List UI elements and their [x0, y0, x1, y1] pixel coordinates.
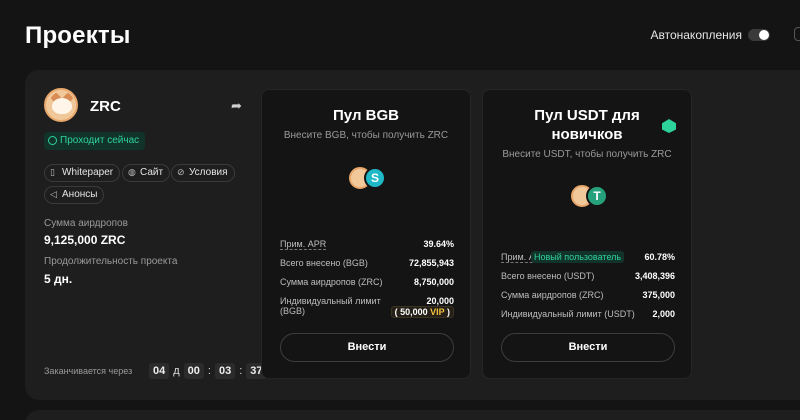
airdrop-label: Сумма аирдропов (ZRC) [280, 277, 383, 287]
link-terms[interactable]: ⊘ Условия [171, 164, 235, 182]
limit-label-line2: (BGB) [280, 306, 306, 316]
apr-label: Прим. APR [280, 239, 327, 250]
link-website[interactable]: ◍ Сайт [122, 164, 171, 182]
total-value: 72,855,943 [408, 258, 454, 268]
timer-sep: : [239, 365, 243, 377]
auto-invest-label: Автонакопления [650, 28, 742, 42]
airdrop-value: 8,750,000 [413, 277, 454, 287]
link-label: Сайт [140, 167, 164, 178]
limit-row: Индивидуальный лимит (BGB) 20,000 ( 50,0… [280, 296, 454, 322]
link-label: Условия [189, 167, 228, 178]
status-text: Проходит сейчас [60, 135, 140, 146]
total-label: Всего внесено (USDT) [501, 271, 595, 281]
pool-title-line1: Пул USDT для [534, 107, 640, 124]
page-title: Проекты [25, 22, 131, 49]
link-label: Анонсы [62, 189, 98, 200]
airdrop-label: Сумма аирдропов (ZRC) [501, 290, 604, 300]
pool-title-line2: новичков [551, 126, 623, 143]
limit-value: 2,000 [652, 309, 675, 319]
vip-limit: ( 50,000 VIP ) [390, 306, 454, 318]
auto-invest-toggle[interactable] [748, 29, 770, 41]
link-whitepaper[interactable]: ▯ Whitepaper [44, 164, 121, 182]
status-badge: Проходит сейчас [44, 132, 146, 150]
duration-value: 5 дн. [44, 272, 73, 286]
auto-invest-control: Автонакопления [650, 28, 770, 42]
vip-label: VIP [430, 307, 445, 317]
deposit-button[interactable]: Внести [501, 333, 675, 362]
partial-control[interactable] [794, 27, 800, 41]
timer-days: 04 [149, 363, 170, 379]
usdt-coin-icon: T [586, 185, 608, 207]
airdrop-total-label: Сумма аирдропов [44, 218, 128, 229]
limit-label-line1: Индивидуальный лимит [280, 296, 381, 306]
link-announcements[interactable]: ◁ Анонсы [44, 186, 105, 204]
clock-icon [48, 136, 57, 145]
new-user-badge: Новый пользователь [531, 251, 625, 263]
pool-title: Пул BGB [333, 107, 399, 124]
vip-limit-value: ( 50,000 [394, 307, 428, 317]
ends-in-label: Заканчивается через [44, 366, 133, 376]
duration-label: Продолжительность проекта [44, 256, 178, 267]
apr-value: 39.64% [423, 239, 454, 249]
zrc-logo [44, 88, 78, 122]
total-value: 3,408,396 [634, 271, 675, 281]
deposit-button[interactable]: Внести [280, 333, 454, 362]
next-project-panel [25, 410, 800, 420]
link-icon: ⊘ [177, 167, 185, 177]
coin-pair-icon: T [569, 182, 613, 210]
share-icon[interactable]: ➦ [231, 99, 245, 113]
total-label: Всего внесено (BGB) [280, 258, 368, 268]
timer-days-unit: д [173, 365, 180, 377]
globe-icon: ◍ [128, 167, 136, 177]
coin-pair-icon: S [347, 164, 391, 192]
pool-subtitle: Внесите USDT, чтобы получить ZRC [502, 149, 672, 160]
airdrop-total-value: 9,125,000 ZRC [44, 233, 126, 247]
timer-minutes: 03 [214, 363, 236, 379]
timer-sep: : [207, 365, 211, 377]
project-name: ZRC [90, 98, 121, 115]
limit-label: Индивидуальный лимит (BGB) [280, 296, 381, 316]
megaphone-icon: ◁ [50, 189, 57, 199]
document-icon: ▯ [50, 167, 55, 177]
countdown-timer: 04 д 00 : 03 : 37 [149, 362, 267, 380]
limit-value: 20,000 [426, 296, 454, 306]
airdrop-value: 375,000 [642, 290, 675, 300]
bgb-coin-icon: S [364, 167, 386, 189]
apr-value: 60.78% [644, 252, 675, 262]
link-label: Whitepaper [62, 167, 114, 178]
vip-close: ) [447, 307, 450, 317]
timer-hours: 00 [183, 363, 204, 379]
pool-card-usdt: Пул USDT для новичков Внесите USDT, чтоб… [482, 89, 692, 379]
pool-card-bgb: Пул BGB Внесите BGB, чтобы получить ZRC … [261, 89, 471, 379]
limit-label: Индивидуальный лимит (USDT) [501, 309, 635, 319]
pool-subtitle: Внесите BGB, чтобы получить ZRC [283, 130, 449, 141]
